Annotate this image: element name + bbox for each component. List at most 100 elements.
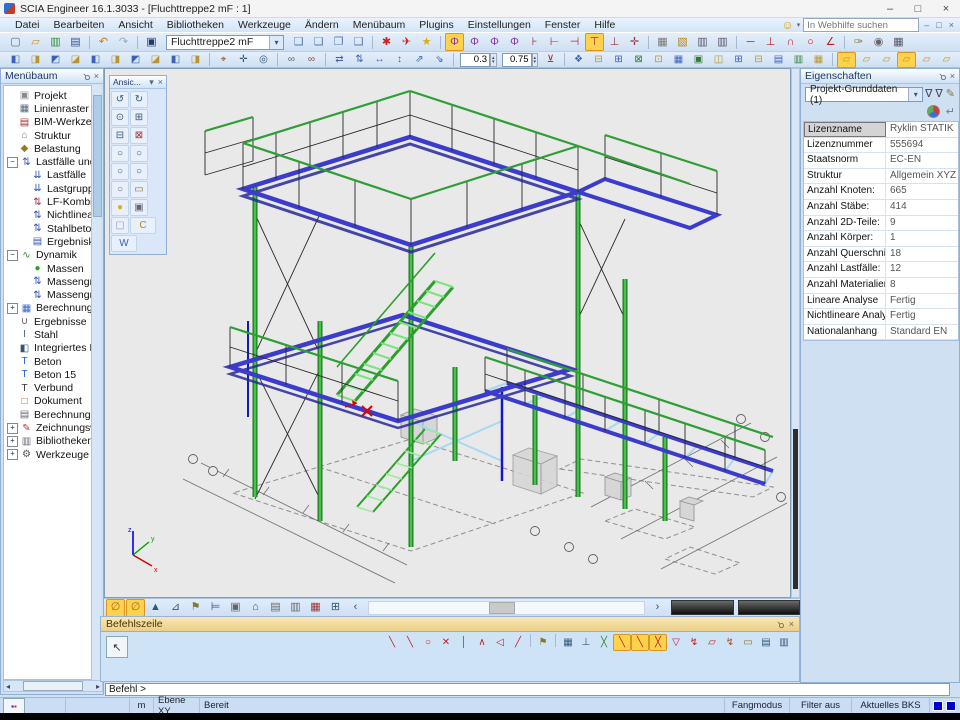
tree-item-massen[interactable]: ●Massen [4,262,94,275]
snap-line-2-icon[interactable]: ╲ [401,634,419,651]
property-label[interactable]: Struktur [804,169,886,184]
property-value[interactable]: Standard EN [886,325,958,340]
copy-format-2-icon[interactable]: ❏ [309,33,328,51]
combo-dropdown-icon[interactable]: ▾ [908,88,922,101]
snap-end-icon[interactable]: ╲ [631,634,649,651]
small-grid-icon[interactable]: ▦ [889,33,908,51]
zoom-all-icon[interactable]: ○ [130,163,148,180]
property-value[interactable]: 665 [886,184,958,199]
property-row-5[interactable]: Anzahl Stäbe:414 [804,200,958,216]
tree-item-berechnungsprotokoll[interactable]: ▤Berechnungsprotokoll [4,408,94,421]
close-panel-icon[interactable]: × [789,619,794,630]
status-snap-mode[interactable]: Fangmodus [724,698,790,713]
property-label[interactable]: Lizenzname [804,122,886,137]
scale-input-2[interactable] [502,53,532,67]
model-viewport[interactable]: z y x Ansic... ▾ × ↺↻⊙⊞⊟⊠○○○○○▭●▣▢CW [104,68,791,598]
section-view-icon[interactable]: ⊿ [166,599,185,617]
scroll-left-arrow-icon[interactable]: ‹ [346,599,365,617]
scroll-thumb[interactable] [23,681,83,691]
tree-vertical-scrollbar[interactable] [91,85,101,680]
combo-dropdown-icon[interactable]: ▾ [269,36,283,49]
tree-item-massengruppen[interactable]: ⇅Massengruppen [4,275,94,288]
tree-item-bim-werkzeugkasten[interactable]: ▤BIM-Werkzeugkasten [4,116,94,129]
tree-item-belastung[interactable]: ◆Belastung [4,142,94,155]
property-label[interactable]: Lizenznummer [804,138,886,153]
copy-format-4-icon[interactable]: ❑ [349,33,368,51]
preview-box-2[interactable] [738,600,801,615]
view-axo-icon[interactable]: ⊙ [111,109,129,126]
spinner-icon[interactable]: ▴▾ [532,53,539,67]
view-toggle-11-icon[interactable]: ▤ [769,52,788,68]
scroll-left-icon[interactable]: ◂ [6,682,10,691]
clipboard-view-icon[interactable]: ▢ [111,217,129,234]
view-front-icon[interactable]: ⊞ [130,109,148,126]
draw-circle-icon[interactable]: ○ [801,33,820,51]
status-plane[interactable]: Ebene XY [154,698,200,713]
view-toggle-8-icon[interactable]: ◫ [709,52,728,68]
paint-view-icon[interactable]: ▲ [146,599,165,617]
tree-item-lastfaelle[interactable]: ⇊Lastfälle [4,169,94,182]
property-row-1[interactable]: Lizenznummer555694 [804,138,958,154]
node-tool-6-icon[interactable]: ✛ [625,33,644,51]
status-filter[interactable]: Filter aus [790,698,852,713]
project-combo[interactable]: Fluchttreppe2 mF ▾ [166,35,284,50]
rotate-se-icon[interactable]: ⇘ [430,52,449,68]
tree-item-bibliotheken[interactable]: +▥Bibliotheken [4,435,94,448]
property-value[interactable]: 8 [886,278,958,293]
view-toggle-10-icon[interactable]: ⊟ [749,52,768,68]
view-toggle-1-icon[interactable]: ❖ [569,52,588,68]
stretch-v-icon[interactable]: ↕ [390,52,409,68]
rows-view-icon[interactable]: ▥ [713,33,732,51]
property-label[interactable]: Anzahl Knoten: [804,184,886,199]
snap-int-icon[interactable]: ╳ [649,634,667,651]
status-ucs[interactable]: Aktuelles BKS [852,698,930,713]
new-file-icon[interactable]: ▢ [6,33,25,51]
property-row-10[interactable]: Anzahl Materialien:8 [804,278,958,294]
undo-icon[interactable]: ↶ [94,33,113,51]
snap-vert-icon[interactable]: │ [455,634,473,651]
tree-item-werkzeuge[interactable]: +⚙Werkzeuge [4,448,94,461]
tree-item-berechnung-fe-netz[interactable]: +▦Berechnung, FE-Netz [4,302,94,315]
close-viewer-icon[interactable]: ▣ [142,33,161,51]
menu-bearbeiten[interactable]: Bearbeiten [47,19,112,31]
tree-item-stahl[interactable]: IStahl [4,328,94,341]
snapshot-icon[interactable]: ▣ [130,199,148,216]
property-label[interactable]: Anzahl 2D-Teile: [804,216,886,231]
zoom-in-icon[interactable]: ○ [111,145,129,162]
new-item-star-icon[interactable]: ★ [417,33,436,51]
property-row-11[interactable]: Lineare AnalyseFertig [804,294,958,310]
property-row-8[interactable]: Anzahl Querschnitte:18 [804,247,958,263]
spinner-icon[interactable]: ▴▾ [490,53,497,67]
paint-props-icon[interactable]: ✑ [849,33,868,51]
view-toggle-4-icon[interactable]: ⊠ [629,52,648,68]
display-member-2-icon[interactable]: ◨ [26,52,45,68]
render-mode-1-icon[interactable]: ∅ [106,599,125,617]
minimize-button[interactable]: – [876,0,904,17]
property-value[interactable]: 12 [886,262,958,277]
tree-item-beton[interactable]: TBeton [4,355,94,368]
display-member-5-icon[interactable]: ◧ [86,52,105,68]
rotate-view-right-icon[interactable]: ↻ [130,91,148,108]
property-row-0[interactable]: LizenznameRyklin STATIK [804,122,958,138]
menu-hilfe[interactable]: Hilfe [587,19,622,31]
viewport-vertical-scrollbar[interactable] [791,68,800,598]
expand-collapsed-icon[interactable]: + [7,436,18,447]
tree-horizontal-scrollbar[interactable]: ◂ ▸ [3,680,103,692]
expand-collapsed-icon[interactable]: + [7,423,18,434]
property-row-3[interactable]: StrukturAllgemein XYZ [804,169,958,185]
snap-x-icon[interactable]: ✕ [437,634,455,651]
snap-plane-icon[interactable]: ▱ [703,634,721,651]
display-member-6-icon[interactable]: ◨ [106,52,125,68]
layer-folder-4-icon[interactable]: ▱ [897,52,916,68]
view-reset-icon[interactable]: ⊠ [130,127,148,144]
link-1-icon[interactable]: ∞ [282,52,301,68]
member-tool-1-icon[interactable]: Φ [445,33,464,51]
dock-toggle-button[interactable]: ▪▪ [3,698,25,714]
move-h-icon[interactable]: ⇄ [330,52,349,68]
snap-node-icon[interactable]: ▽ [667,634,685,651]
property-type-combo[interactable]: Projekt-Grunddaten (1) ▾ [805,87,923,102]
snap-circle-icon[interactable]: ○ [419,634,437,651]
flag-view-icon[interactable]: ⚑ [186,599,205,617]
property-label[interactable]: Nichtlineare Analyse [804,309,886,324]
property-label[interactable]: Lineare Analyse [804,294,886,309]
